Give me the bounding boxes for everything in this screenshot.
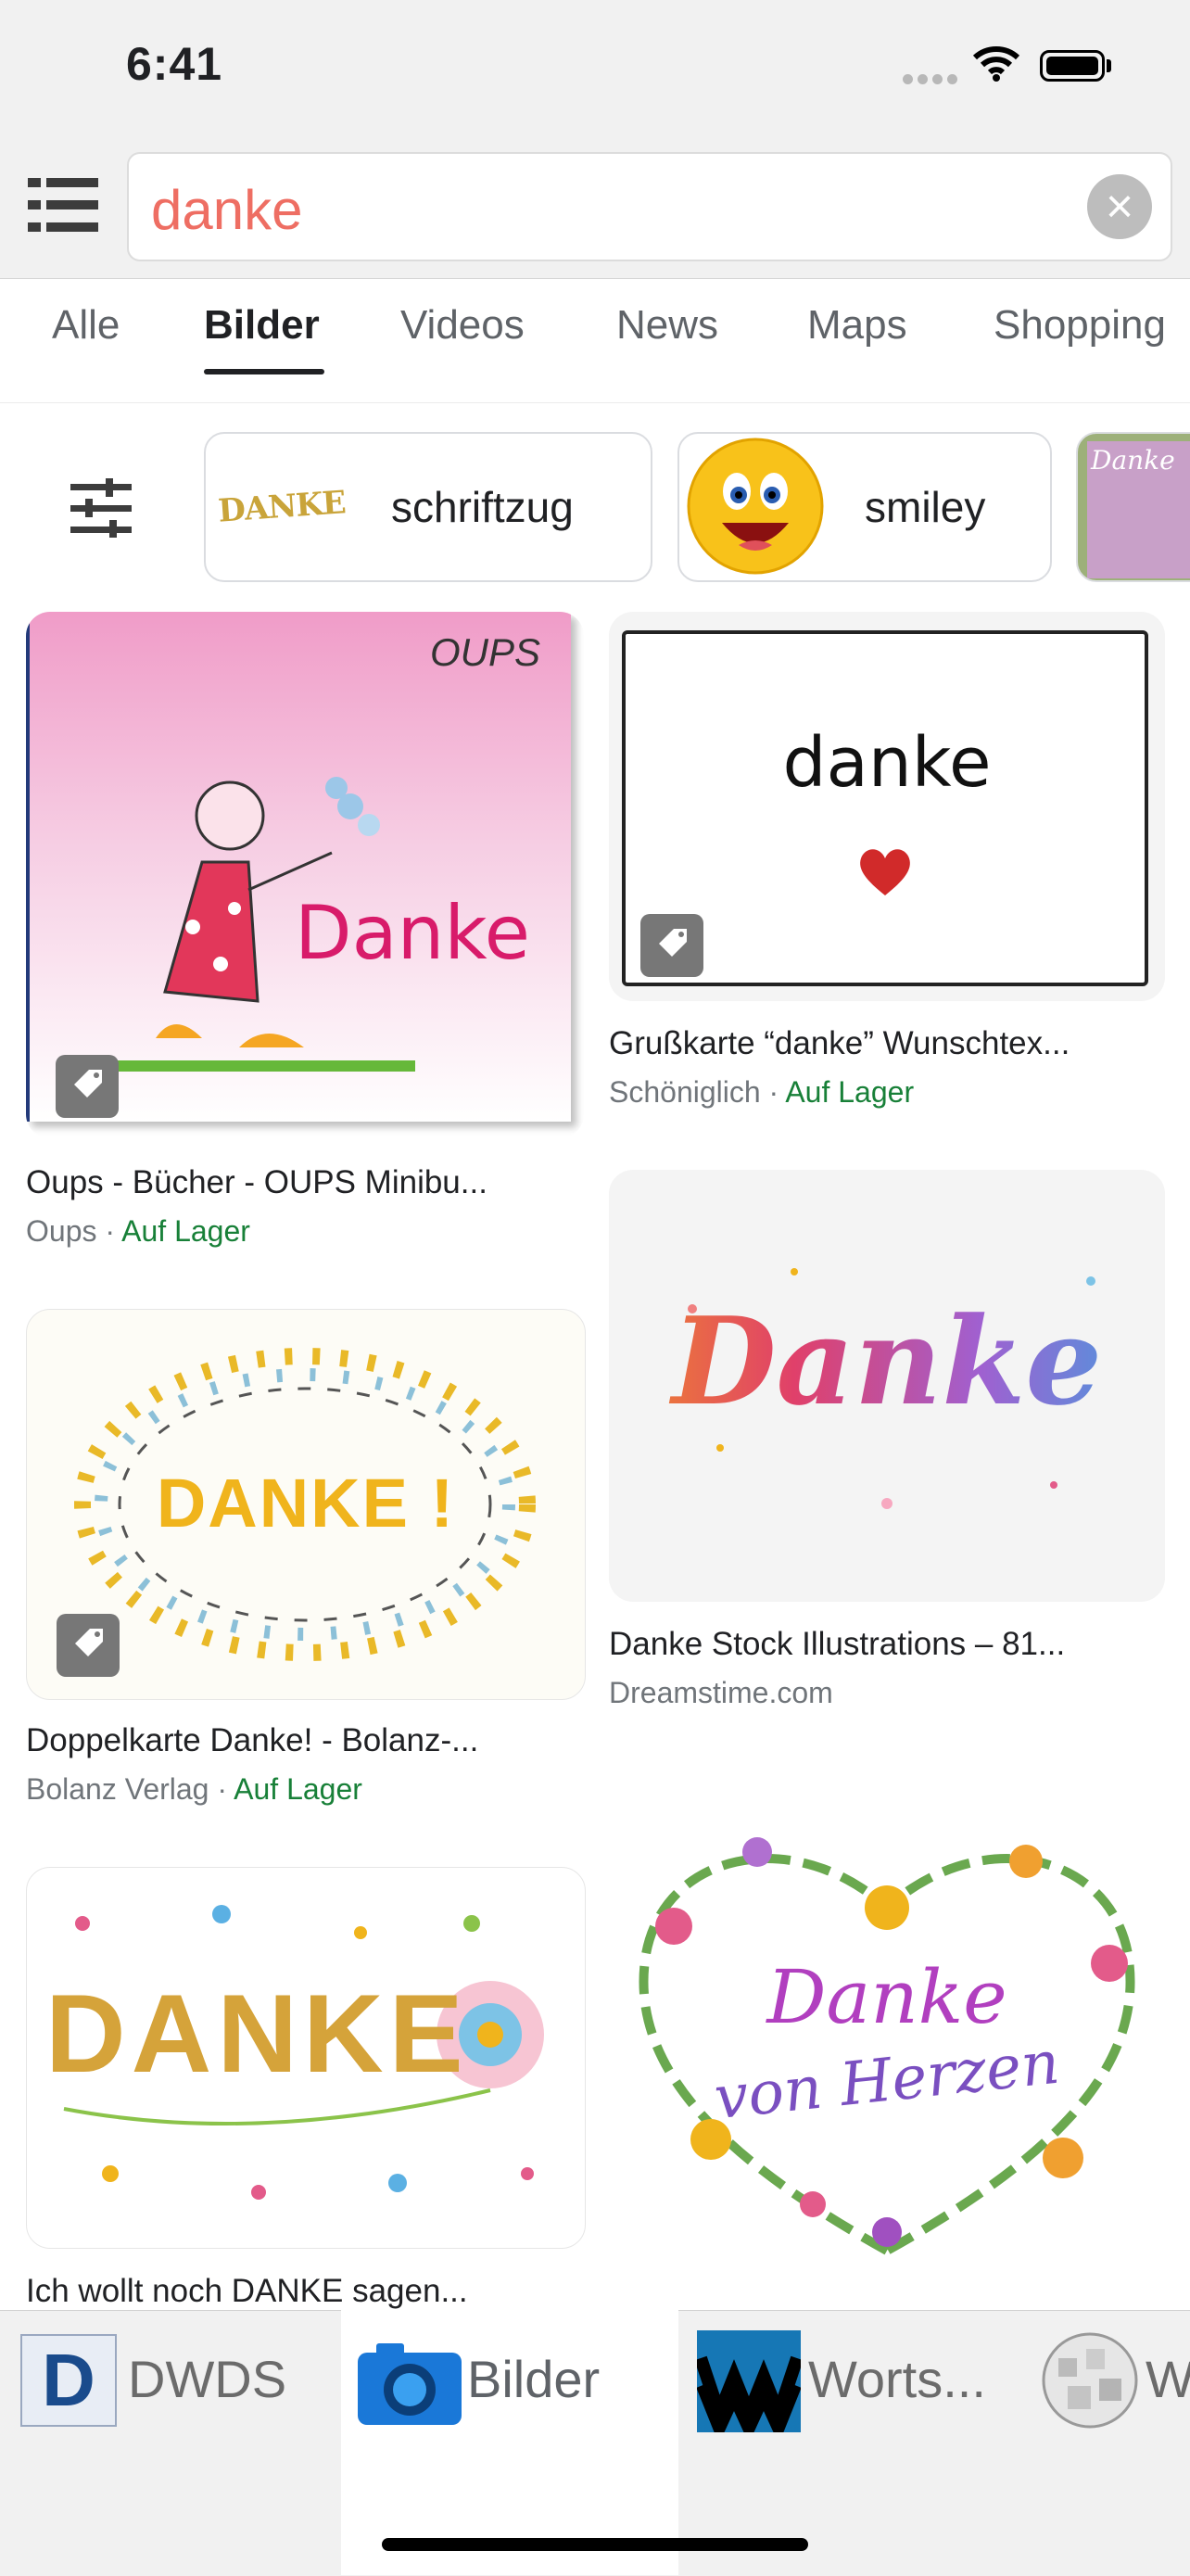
cellular-signal-dot	[918, 74, 928, 84]
dwds-logo-icon[interactable]: D	[20, 2334, 117, 2427]
close-icon: ×	[1105, 180, 1134, 234]
result-image-grusskarte[interactable]: danke	[609, 612, 1165, 1001]
separator: ·	[209, 1772, 234, 1806]
image-brand-text: OUPS	[430, 630, 541, 674]
shopping-tag-icon	[57, 1614, 120, 1677]
bottom-tab-wortschatz[interactable]: Worts...	[808, 2349, 986, 2409]
result-image-danke-von-herzen[interactable]: Danke von Herzen	[609, 1769, 1165, 2310]
result-source: Schöniglich · Auf Lager	[609, 1075, 914, 1110]
battery-cap	[1107, 59, 1111, 72]
bottom-tab-bilder[interactable]: Bilder	[467, 2349, 600, 2409]
clear-search-button[interactable]: ×	[1087, 174, 1152, 239]
image-text: DANKE !	[156, 1465, 456, 1542]
result-source: Bolanz Verlag · Auf Lager	[26, 1772, 362, 1807]
cellular-signal-dot	[947, 74, 957, 84]
shopping-tag-icon	[640, 914, 703, 977]
wikipedia-globe-icon[interactable]	[1040, 2330, 1140, 2430]
image-text: DANKE	[45, 1972, 469, 2096]
wortschatz-logo-icon[interactable]	[697, 2330, 801, 2432]
image-text: Danke	[295, 890, 531, 976]
status-bar: 6:41	[0, 0, 1190, 139]
chip-thumbnail-schriftzug: DANKE	[217, 484, 347, 530]
battery-icon	[1040, 50, 1105, 82]
result-image-oups[interactable]: OUPS Danke	[26, 612, 584, 1138]
result-source: Oups · Auf Lager	[26, 1214, 250, 1249]
source-name: Bolanz Verlag	[26, 1772, 209, 1806]
wifi-icon	[973, 46, 1019, 82]
tab-shopping[interactable]: Shopping	[994, 302, 1166, 349]
heart-icon	[860, 849, 910, 895]
result-title[interactable]: Doppelkarte Danke! - Bolanz-...	[26, 1722, 478, 1759]
home-indicator[interactable]	[382, 2538, 808, 2551]
tab-videos[interactable]: Videos	[400, 302, 525, 349]
result-source: Dreamstime.com	[609, 1676, 833, 1709]
smiley-face-icon	[687, 438, 824, 575]
tab-alle[interactable]: Alle	[52, 302, 120, 349]
stock-status: Auf Lager	[121, 1214, 250, 1248]
chip-thumbnail-danke: Danke	[1087, 441, 1190, 578]
bottom-tab-dwds[interactable]: DWDS	[128, 2349, 286, 2409]
tab-news[interactable]: News	[616, 302, 718, 349]
separator: ·	[760, 1075, 786, 1109]
bottom-tab-wikipedia[interactable]: W	[1146, 2349, 1190, 2409]
search-query-text: danke	[151, 179, 303, 241]
stock-status: Auf Lager	[234, 1772, 362, 1806]
search-type-tabs: Alle Bilder Videos News Maps Shopping	[0, 280, 1190, 403]
image-text: Danke	[609, 1290, 1165, 1432]
shopping-tag-icon	[56, 1055, 119, 1118]
chip-schriftzug[interactable]: DANKE schriftzug	[204, 432, 652, 582]
search-input[interactable]: danke ×	[127, 152, 1172, 261]
status-time: 6:41	[126, 38, 223, 90]
result-image-danke-sagen[interactable]: DANKE	[26, 1867, 586, 2249]
result-title[interactable]: Ich wollt noch DANKE sagen...	[26, 2273, 468, 2310]
chip-danke-card[interactable]: Danke	[1076, 432, 1190, 582]
tab-maps[interactable]: Maps	[807, 302, 907, 349]
search-header: danke ×	[0, 139, 1190, 279]
result-title[interactable]: Danke Stock Illustrations – 81...	[609, 1626, 1065, 1663]
result-title[interactable]: Oups - Bücher - OUPS Minibu...	[26, 1164, 487, 1201]
tab-bilder[interactable]: Bilder	[204, 302, 320, 349]
chip-label: smiley	[865, 483, 986, 531]
image-text: danke	[782, 723, 992, 803]
result-image-dreamstime[interactable]: Danke	[609, 1170, 1165, 1602]
source-name: Oups	[26, 1214, 97, 1248]
source-name: Schöniglich	[609, 1075, 761, 1109]
camera-icon[interactable]	[358, 2340, 462, 2425]
filter-sliders-icon[interactable]	[70, 478, 132, 538]
active-tab-indicator	[204, 369, 324, 374]
battery-level	[1046, 57, 1098, 75]
cellular-signal-dot	[932, 74, 943, 84]
chip-label: schriftzug	[391, 483, 574, 531]
cellular-signal-icon	[903, 74, 913, 84]
chip-smiley[interactable]: smiley	[677, 432, 1052, 582]
stock-status: Auf Lager	[785, 1075, 915, 1109]
menu-list-icon[interactable]	[28, 174, 98, 235]
result-title[interactable]: Grußkarte “danke” Wunschtex...	[609, 1025, 1070, 1062]
separator: ·	[96, 1214, 122, 1248]
result-image-doppelkarte[interactable]: DANKE !	[26, 1309, 586, 1700]
